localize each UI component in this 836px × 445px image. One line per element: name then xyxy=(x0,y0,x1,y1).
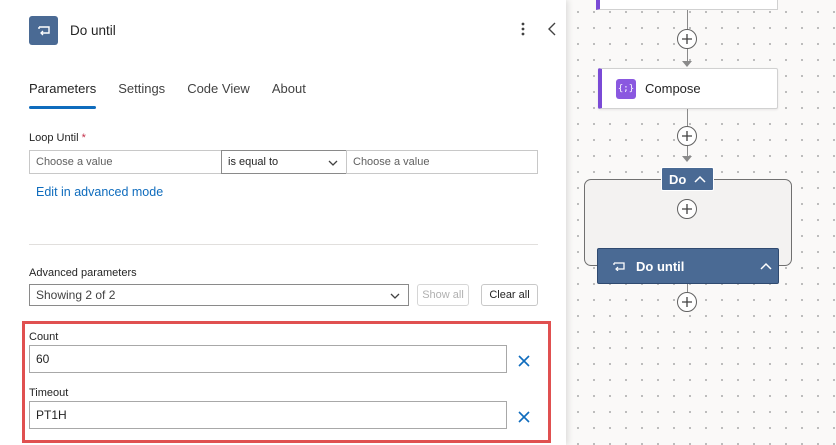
timeout-label: Timeout xyxy=(29,387,69,399)
chevron-down-icon xyxy=(328,160,338,166)
do-until-label: Do until xyxy=(636,258,685,274)
chevron-up-icon xyxy=(694,175,706,183)
collapse-panel-icon[interactable] xyxy=(544,18,560,40)
do-until-action-card[interactable]: Do until xyxy=(597,248,779,284)
compose-label: Compose xyxy=(645,81,701,96)
operator-select[interactable]: is equal to xyxy=(221,150,347,174)
panel-title: Do until xyxy=(70,22,116,38)
tab-about[interactable]: About xyxy=(272,80,306,108)
count-input[interactable]: 60 xyxy=(29,345,507,373)
tab-parameters[interactable]: Parameters xyxy=(29,80,97,109)
do-collapse-button[interactable]: Do xyxy=(661,167,714,191)
loop-until-label: Loop Until * xyxy=(29,132,86,144)
connector-line xyxy=(687,109,688,127)
arrow-down-icon xyxy=(682,61,692,67)
add-step-in-loop-icon[interactable] xyxy=(677,199,697,219)
chevron-up-icon[interactable] xyxy=(760,261,772,271)
advanced-parameters-value: Showing 2 of 2 xyxy=(36,288,116,302)
action-details-panel: Do until Parameters Settings Code View A… xyxy=(0,0,566,445)
clear-timeout-icon[interactable] xyxy=(516,409,532,425)
arrow-down-icon xyxy=(682,156,692,162)
loop-icon xyxy=(613,262,625,271)
previous-action-card[interactable] xyxy=(596,0,778,10)
clear-count-icon[interactable] xyxy=(516,353,532,369)
divider xyxy=(29,244,538,245)
tab-code-view[interactable]: Code View xyxy=(187,80,250,108)
loop-until-right-value[interactable]: Choose a value xyxy=(346,150,538,174)
advanced-parameters-dropdown[interactable]: Showing 2 of 2 xyxy=(29,284,409,306)
edit-advanced-mode-link[interactable]: Edit in advanced mode xyxy=(36,185,163,199)
panel-header: Do until xyxy=(29,15,116,45)
connector-line xyxy=(687,10,688,30)
chevron-down-icon xyxy=(390,293,400,299)
advanced-parameters-label: Advanced parameters xyxy=(29,267,137,279)
more-options-icon[interactable] xyxy=(515,18,531,40)
tab-bar: Parameters Settings Code View About xyxy=(29,80,328,109)
add-step-icon[interactable] xyxy=(677,126,697,146)
clear-all-button[interactable]: Clear all xyxy=(481,284,538,306)
timeout-input[interactable]: PT1H xyxy=(29,401,507,429)
loop-until-left-value[interactable]: Choose a value xyxy=(29,150,222,174)
count-label: Count xyxy=(29,331,59,343)
required-mark: * xyxy=(81,132,86,144)
tab-settings[interactable]: Settings xyxy=(118,80,165,108)
show-all-button[interactable]: Show all xyxy=(417,284,469,306)
loop-icon xyxy=(29,15,58,45)
add-step-icon[interactable] xyxy=(677,29,697,49)
operator-value: is equal to xyxy=(228,156,279,168)
add-step-icon[interactable] xyxy=(677,292,697,312)
compose-action-card[interactable]: {;} Compose xyxy=(598,68,778,109)
compose-icon: {;} xyxy=(616,78,636,99)
connector-line xyxy=(687,284,688,292)
loop-until-label-text: Loop Until xyxy=(29,132,79,144)
do-label: Do xyxy=(669,171,687,187)
